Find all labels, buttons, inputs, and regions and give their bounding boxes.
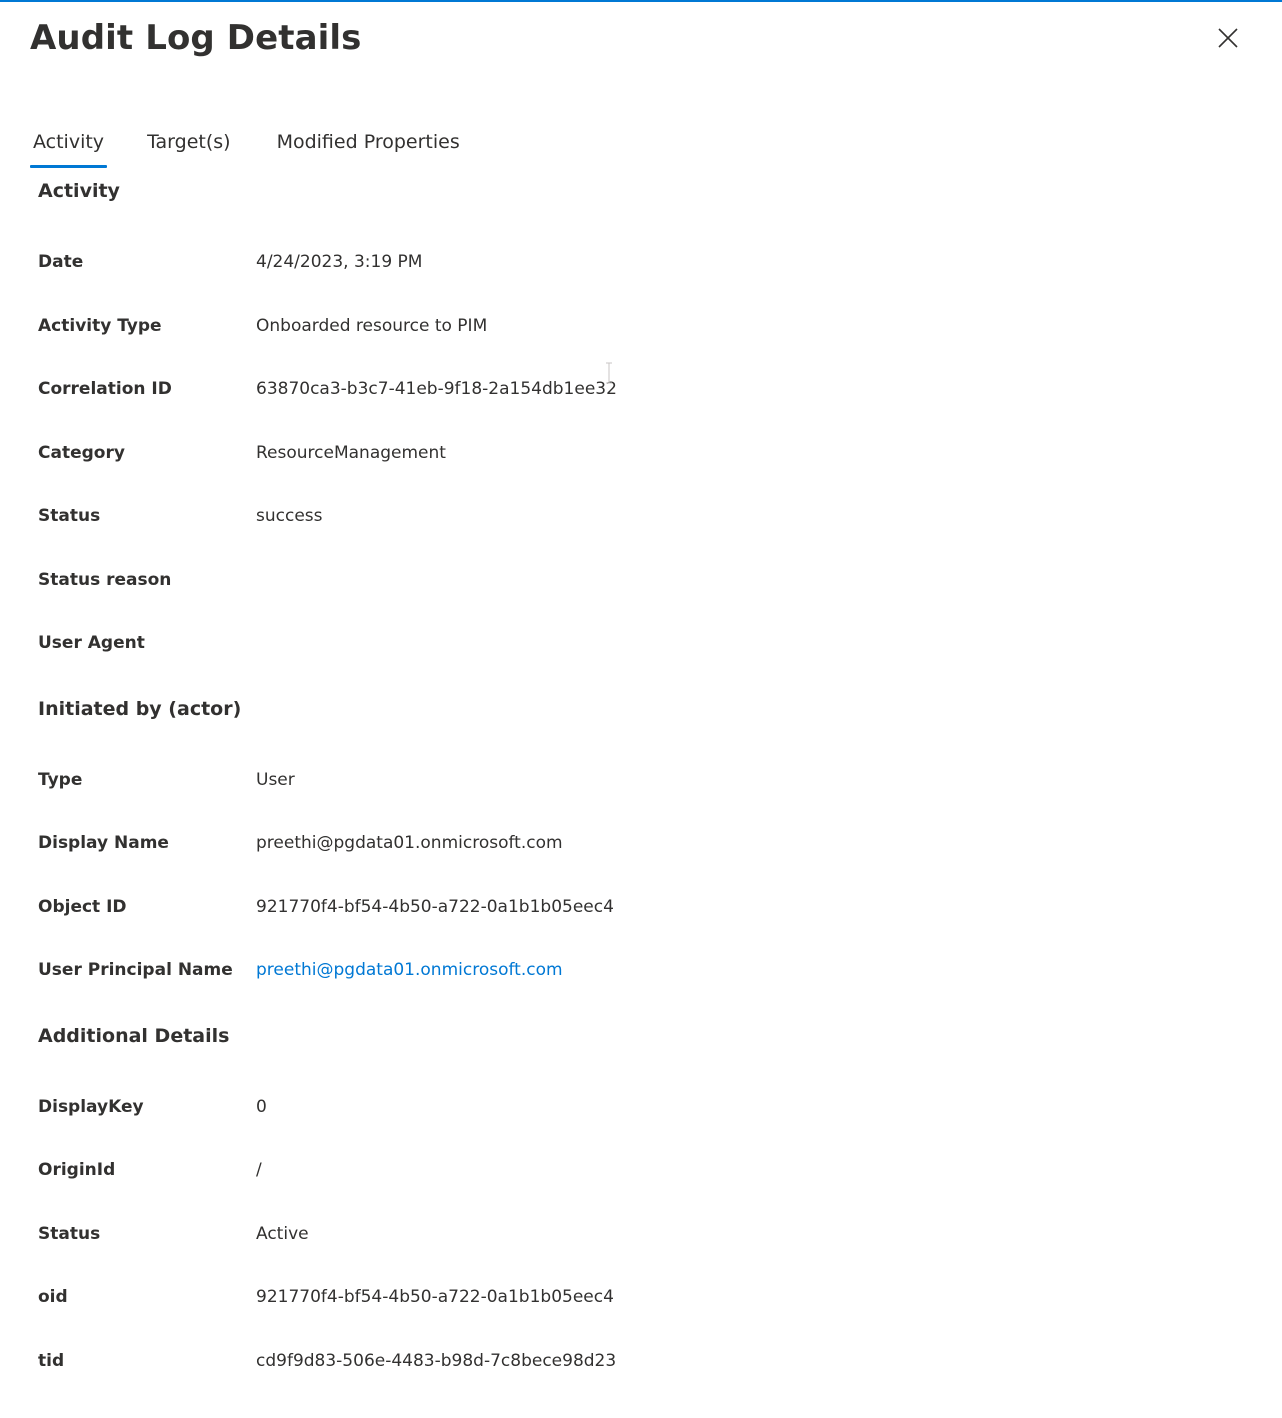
label-correlation-id: Correlation ID xyxy=(38,379,172,399)
label-activity-type: Activity Type xyxy=(38,316,162,336)
value-activity-type: Onboarded resource to PIM xyxy=(256,316,488,336)
value-display-name: preethi@pgdata01.onmicrosoft.com xyxy=(256,833,563,853)
tab-modified-properties[interactable]: Modified Properties xyxy=(274,122,463,168)
label-origin-id: OriginId xyxy=(38,1160,116,1180)
panel-title: Audit Log Details xyxy=(30,18,362,58)
close-icon xyxy=(1218,28,1238,48)
label-display-name: Display Name xyxy=(38,833,169,853)
label-category: Category xyxy=(38,443,125,463)
label-user-agent: User Agent xyxy=(38,633,145,653)
section-heading-activity: Activity xyxy=(38,180,120,202)
value-display-key: 0 xyxy=(256,1097,267,1117)
label-display-key: DisplayKey xyxy=(38,1097,144,1117)
tab-bar: Activity Target(s) Modified Properties xyxy=(30,122,500,168)
label-actor-type: Type xyxy=(38,770,83,790)
text-cursor-icon xyxy=(606,362,612,384)
section-heading-additional-details: Additional Details xyxy=(38,1025,230,1047)
label-additional-status: Status xyxy=(38,1224,101,1244)
value-status: success xyxy=(256,506,323,526)
value-date: 4/24/2023, 3:19 PM xyxy=(256,252,423,272)
label-status: Status xyxy=(38,506,101,526)
label-oid: oid xyxy=(38,1287,68,1307)
user-principal-name-link[interactable]: preethi@pgdata01.onmicrosoft.com xyxy=(256,957,563,983)
section-heading-actor: Initiated by (actor) xyxy=(38,698,242,720)
close-button[interactable] xyxy=(1210,20,1246,56)
tab-activity[interactable]: Activity xyxy=(30,122,108,168)
value-category: ResourceManagement xyxy=(256,443,446,463)
value-tid: cd9f9d83-506e-4483-b98d-7c8bece98d23 xyxy=(256,1351,617,1371)
value-additional-status: Active xyxy=(256,1224,309,1244)
label-status-reason: Status reason xyxy=(38,570,172,590)
value-correlation-id: 63870ca3-b3c7-41eb-9f18-2a154db1ee32 xyxy=(256,379,617,399)
value-oid: 921770f4-bf54-4b50-a722-0a1b1b05eec4 xyxy=(256,1287,614,1307)
value-origin-id: / xyxy=(256,1160,262,1180)
label-user-principal-name: User Principal Name xyxy=(38,960,233,980)
value-actor-type: User xyxy=(256,770,295,790)
label-date: Date xyxy=(38,252,84,272)
value-object-id: 921770f4-bf54-4b50-a722-0a1b1b05eec4 xyxy=(256,897,614,917)
label-tid: tid xyxy=(38,1351,65,1371)
tab-targets[interactable]: Target(s) xyxy=(144,122,234,168)
panel-top-border xyxy=(0,0,1282,2)
label-object-id: Object ID xyxy=(38,897,127,917)
